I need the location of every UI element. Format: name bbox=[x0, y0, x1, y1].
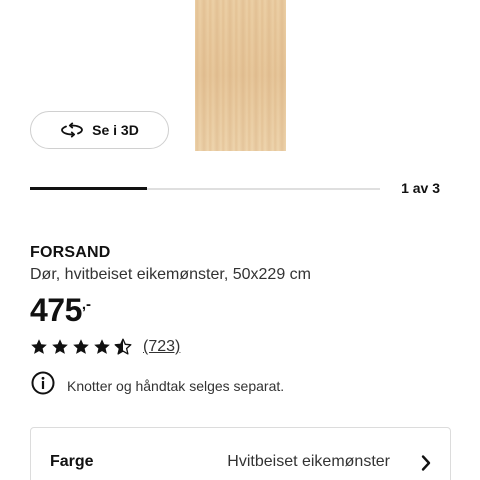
price-suffix: ,- bbox=[81, 296, 92, 313]
view-in-3d-label: Se i 3D bbox=[92, 122, 139, 138]
carousel-counter: 1 av 3 bbox=[401, 180, 440, 196]
product-price: 475 ,- bbox=[30, 292, 91, 328]
star-full-icon bbox=[73, 339, 89, 354]
star-full-icon bbox=[52, 339, 68, 354]
carousel-progress-fill bbox=[30, 187, 147, 190]
info-icon bbox=[31, 371, 55, 400]
rotate-3d-icon bbox=[60, 122, 84, 138]
review-count-link[interactable]: (723) bbox=[143, 338, 180, 356]
separate-handles-notice: Knotter og håndtak selges separat. bbox=[31, 371, 284, 400]
product-description: Dør, hvitbeiset eikemønster, 50x229 cm bbox=[30, 266, 311, 283]
product-name: FORSAND bbox=[30, 244, 111, 261]
notice-text: Knotter og håndtak selges separat. bbox=[67, 377, 285, 394]
rating-stars bbox=[30, 338, 132, 356]
product-image[interactable] bbox=[195, 0, 286, 151]
chevron-right-icon bbox=[419, 454, 433, 477]
option-label: Farge bbox=[50, 453, 94, 470]
product-page: Se i 3D 1 av 3 FORSAND Dør, hvitbeiset e… bbox=[0, 0, 480, 480]
rating[interactable]: (723) bbox=[30, 338, 180, 356]
star-full-icon bbox=[31, 339, 47, 354]
option-value: Hvitbeiset eikemønster bbox=[227, 453, 390, 470]
price-amount: 475 bbox=[30, 292, 82, 328]
star-full-icon bbox=[94, 339, 110, 354]
star-half-icon bbox=[114, 338, 132, 355]
color-option-selector[interactable]: Farge Hvitbeiset eikemønster bbox=[30, 427, 451, 480]
carousel-progress bbox=[30, 187, 380, 190]
view-in-3d-button[interactable]: Se i 3D bbox=[30, 111, 169, 149]
